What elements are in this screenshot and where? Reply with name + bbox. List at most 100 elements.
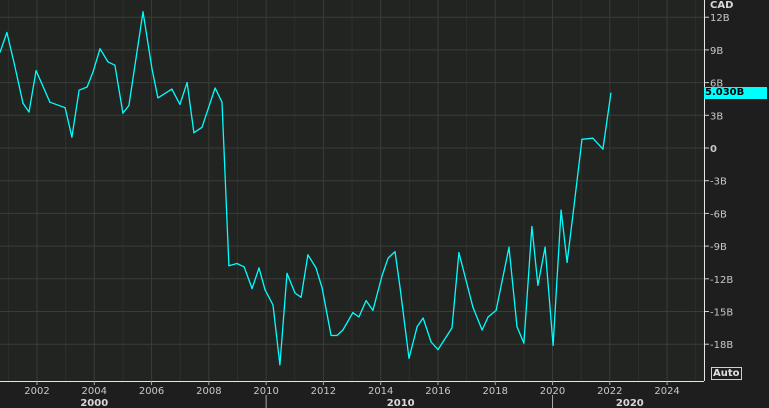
data-point xyxy=(399,285,401,288)
x-tick-label: 2008 xyxy=(196,386,221,397)
data-point xyxy=(437,349,439,351)
data-point xyxy=(286,272,288,274)
data-point xyxy=(307,254,309,256)
data-point xyxy=(251,288,253,290)
data-point xyxy=(221,101,223,103)
data-point xyxy=(171,88,173,90)
data-point xyxy=(193,132,195,134)
data-point xyxy=(581,138,583,140)
data-point xyxy=(300,296,302,298)
data-point xyxy=(28,111,30,113)
data-point xyxy=(78,89,80,91)
data-point xyxy=(264,289,266,291)
data-point xyxy=(516,326,518,328)
currency-unit-label: CAD xyxy=(710,0,734,11)
data-point xyxy=(22,102,24,104)
data-point xyxy=(592,137,594,139)
data-point xyxy=(537,284,539,286)
y-tick-label: -9B xyxy=(710,242,727,253)
data-point xyxy=(560,209,562,211)
data-point xyxy=(358,316,360,318)
data-point xyxy=(157,97,159,99)
data-point xyxy=(201,126,203,128)
current-value-label: 5.030B xyxy=(704,87,767,99)
data-point xyxy=(279,364,281,366)
data-point xyxy=(86,86,88,88)
y-tick-label: 12B xyxy=(710,13,730,24)
data-point xyxy=(128,104,130,107)
data-point xyxy=(107,61,109,63)
data-point xyxy=(114,64,116,66)
data-point xyxy=(487,316,489,318)
data-point xyxy=(342,329,344,331)
data-point xyxy=(481,329,483,331)
data-point xyxy=(495,309,497,312)
data-point xyxy=(142,11,144,13)
data-point xyxy=(122,112,124,114)
data-point xyxy=(92,71,94,73)
data-point xyxy=(552,344,554,346)
data-point xyxy=(236,262,238,265)
data-point xyxy=(544,246,546,248)
x-tick-label: 2022 xyxy=(597,386,622,397)
y-tick-label: -12B xyxy=(710,275,733,286)
data-point xyxy=(523,342,525,344)
x-tick-label: 2024 xyxy=(654,386,679,397)
data-point xyxy=(572,212,574,214)
data-point xyxy=(365,300,367,302)
data-point xyxy=(294,292,296,294)
autoscale-button[interactable]: Auto xyxy=(711,367,742,380)
y-tick-label: -6B xyxy=(710,209,727,220)
data-point xyxy=(566,261,568,264)
data-point xyxy=(186,82,188,84)
data-point xyxy=(35,70,37,72)
data-point xyxy=(49,101,51,103)
data-point xyxy=(71,136,73,138)
x-tick-label: 2012 xyxy=(311,386,336,397)
y-tick-label: 3B xyxy=(710,111,723,122)
y-tick-label: 9B xyxy=(710,46,723,57)
data-point xyxy=(372,309,374,312)
data-point xyxy=(214,87,216,89)
data-point xyxy=(13,62,15,64)
x-tick-label: 2002 xyxy=(24,386,49,397)
data-point xyxy=(430,341,432,343)
x-tick-label: 2006 xyxy=(139,386,164,397)
data-point xyxy=(64,107,66,109)
data-point xyxy=(99,48,101,50)
data-point xyxy=(458,252,460,254)
data-point xyxy=(408,357,410,359)
y-tick-label: -15B xyxy=(710,308,733,319)
data-point xyxy=(610,92,612,94)
data-point xyxy=(179,103,181,105)
decade-label: 2010 xyxy=(387,398,415,408)
data-point xyxy=(258,267,260,269)
x-tick-label: 2018 xyxy=(483,386,508,397)
data-point xyxy=(243,266,245,268)
data-point xyxy=(381,274,383,277)
data-point xyxy=(508,246,510,248)
data-point xyxy=(330,334,332,337)
y-tick-label: -3B xyxy=(710,177,727,188)
data-point xyxy=(602,148,604,150)
x-tick-label: 2004 xyxy=(82,386,107,397)
data-point xyxy=(387,257,389,259)
data-point xyxy=(6,31,8,34)
data-point xyxy=(472,306,474,308)
data-point xyxy=(228,265,230,267)
decade-label: 2020 xyxy=(616,398,644,408)
x-tick-label: 2014 xyxy=(368,386,393,397)
data-point xyxy=(151,68,153,71)
data-point xyxy=(336,334,338,337)
data-point xyxy=(531,225,533,228)
data-point xyxy=(451,327,453,329)
data-point xyxy=(321,286,323,289)
data-point xyxy=(394,250,396,253)
data-point xyxy=(352,311,354,314)
decade-label: 2000 xyxy=(80,398,108,408)
y-tick-label: -18B xyxy=(710,340,733,351)
data-point xyxy=(315,267,317,269)
y-tick-label: 0 xyxy=(710,144,717,155)
data-point xyxy=(422,317,424,319)
x-tick-label: 2016 xyxy=(425,386,450,397)
